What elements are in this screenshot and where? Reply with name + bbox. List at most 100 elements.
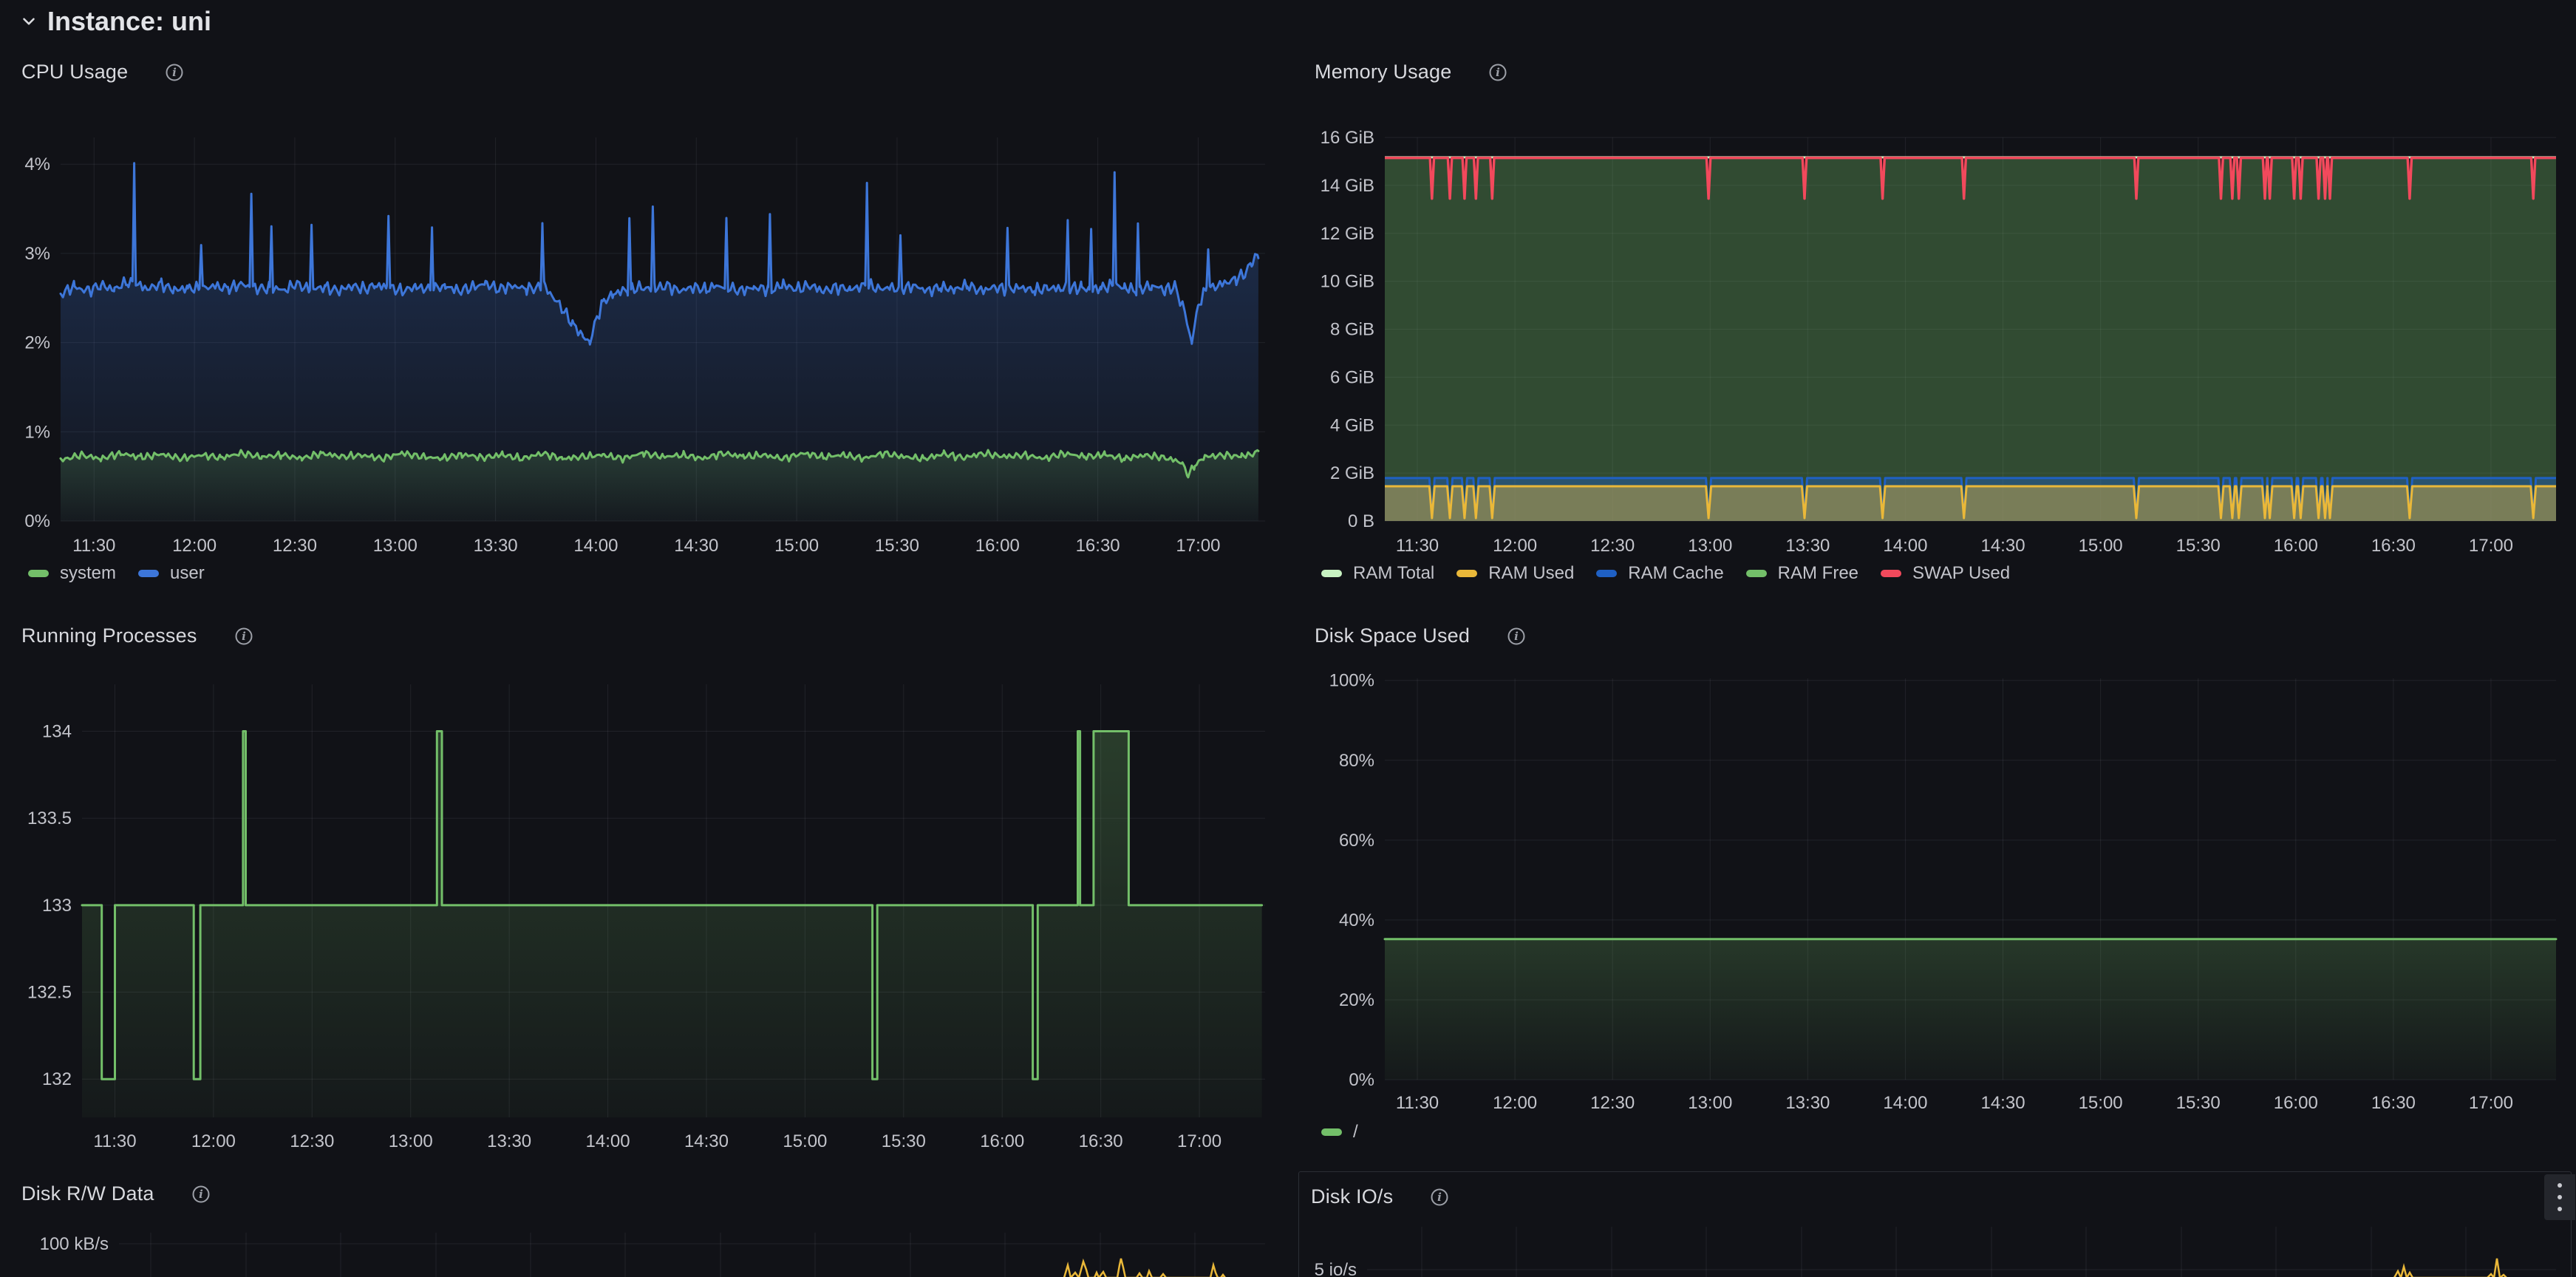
info-icon-glyph: i [1488, 63, 1507, 82]
legend-swatch [1321, 570, 1342, 577]
y-axis-label: 132.5 [27, 983, 72, 1003]
info-icon-glyph: i [1430, 1188, 1449, 1207]
info-icon[interactable]: i [191, 1185, 211, 1204]
chart-disk-ios: 5 io/s [1315, 1227, 2556, 1277]
legend-label: / [1353, 1122, 1358, 1143]
info-icon-glyph: i [234, 627, 253, 646]
y-axis-label: 10 GiB [1321, 272, 1374, 292]
info-icon[interactable]: i [1488, 63, 1507, 82]
legend-label: system [60, 563, 116, 584]
y-axis-label: 133 [42, 896, 72, 916]
x-axis-label: 16:00 [980, 1131, 1024, 1151]
x-axis-label: 16:00 [2274, 1093, 2318, 1113]
kebab-dot [2558, 1183, 2562, 1188]
y-axis-label: 100 kB/s [40, 1234, 109, 1254]
x-axis-label: 13:30 [474, 536, 518, 556]
legend-swatch [1456, 570, 1477, 577]
x-axis-label: 17:00 [2469, 536, 2513, 556]
x-axis-label: 12:00 [191, 1131, 236, 1151]
info-icon-glyph: i [1507, 627, 1526, 646]
x-axis-label: 16:30 [1079, 1131, 1123, 1151]
panel-header-running-processes: Running Processes i [21, 624, 253, 647]
panel-header-disk-rw-data: Disk R/W Data i [21, 1182, 211, 1205]
x-axis-label: 17:00 [1176, 536, 1220, 556]
legend-item-ram-free[interactable]: RAM Free [1746, 563, 1858, 584]
legend-label: RAM Used [1488, 563, 1574, 584]
legend-item-ram-used[interactable]: RAM Used [1456, 563, 1574, 584]
panel-title-disk-space-used[interactable]: Disk Space Used [1315, 624, 1470, 647]
x-axis-label: 12:30 [1590, 1093, 1635, 1113]
y-axis-label: 20% [1339, 990, 1374, 1010]
x-axis-label: 14:00 [1883, 1093, 1927, 1113]
x-axis-label: 15:30 [882, 1131, 926, 1151]
panel-header-memory-usage: Memory Usage i [1315, 61, 1507, 84]
y-axis-label: 14 GiB [1321, 176, 1374, 196]
x-axis-label: 13:30 [1785, 536, 1830, 556]
legend-item-system[interactable]: system [28, 563, 116, 584]
legend-item-user[interactable]: user [138, 563, 205, 584]
panel-title-cpu-usage[interactable]: CPU Usage [21, 61, 128, 84]
x-axis-label: 17:00 [1177, 1131, 1221, 1151]
kebab-menu-icon[interactable] [2544, 1174, 2575, 1220]
x-axis-label: 11:30 [72, 536, 115, 556]
legend-item--[interactable]: / [1321, 1122, 1358, 1143]
legend-item-ram-cache[interactable]: RAM Cache [1596, 563, 1723, 584]
panel-title-disk-ios[interactable]: Disk IO/s [1311, 1185, 1393, 1208]
y-axis-label: 8 GiB [1330, 320, 1374, 340]
x-axis-label: 16:00 [975, 536, 1020, 556]
x-axis-label: 13:00 [1688, 1093, 1732, 1113]
x-axis-label: 16:00 [2274, 536, 2318, 556]
x-axis-label: 13:00 [389, 1131, 433, 1151]
y-axis-label: 60% [1339, 831, 1374, 851]
info-icon[interactable]: i [1507, 627, 1526, 646]
y-axis-label: 4% [24, 154, 50, 174]
x-axis-label: 14:30 [684, 1131, 729, 1151]
info-icon-glyph: i [165, 63, 184, 82]
legend-label: SWAP Used [1912, 563, 2010, 584]
svg-text:i: i [1437, 1191, 1442, 1204]
y-axis-label: 133.5 [27, 808, 72, 828]
x-axis-label: 13:00 [373, 536, 418, 556]
series-fill-RAM Used [1385, 486, 2556, 521]
x-axis-label: 11:30 [1396, 1093, 1439, 1113]
panel-title-disk-rw-data[interactable]: Disk R/W Data [21, 1182, 154, 1205]
y-axis-label: 2% [24, 333, 50, 353]
y-axis-label: 0% [1349, 1070, 1374, 1090]
y-axis-label: 100% [1329, 671, 1374, 691]
charts-canvas: 11:30 12:00 12:30 13:00 13:30 14:00 14:30 15:00… [0, 0, 2576, 1277]
y-axis-label: 134 [42, 722, 72, 742]
x-axis-label: 13:00 [1688, 536, 1732, 556]
chevron-down-icon [19, 12, 38, 31]
legend-item-swap-used[interactable]: SWAP Used [1881, 563, 2010, 584]
y-axis-label: 2 GiB [1330, 463, 1374, 483]
legend-swatch [1596, 570, 1617, 577]
row-title: Instance: uni [47, 6, 211, 37]
panel-title-memory-usage[interactable]: Memory Usage [1315, 61, 1451, 84]
series-fill-/ [1385, 939, 2556, 1080]
info-icon[interactable]: i [1430, 1188, 1449, 1207]
series-spikes-write [1064, 1259, 1225, 1277]
y-axis-label: 1% [24, 422, 50, 442]
panel-header-disk-space-used: Disk Space Used i [1315, 624, 1526, 647]
svg-text:i: i [199, 1188, 203, 1201]
x-axis-label: 14:30 [1980, 536, 2025, 556]
panel-title-running-processes[interactable]: Running Processes [21, 624, 197, 647]
row-header-instance[interactable]: Instance: uni [19, 6, 211, 37]
x-axis-label: 13:30 [1785, 1093, 1830, 1113]
y-axis-label: 16 GiB [1321, 128, 1374, 148]
y-axis-label: 0 B [1348, 511, 1374, 531]
info-icon[interactable]: i [165, 63, 184, 82]
legend-label: user [170, 563, 205, 584]
x-axis-label: 16:30 [1076, 536, 1120, 556]
legend-label: RAM Free [1778, 563, 1858, 584]
x-axis-label: 14:00 [573, 536, 618, 556]
x-axis-label: 12:30 [290, 1131, 334, 1151]
legend-item-ram-total[interactable]: RAM Total [1321, 563, 1434, 584]
x-axis-label: 12:30 [1590, 536, 1635, 556]
grafana-dashboard: 11:30 12:00 12:30 13:00 13:30 14:00 14:30 15:00… [0, 0, 2576, 1277]
info-icon[interactable]: i [234, 627, 253, 646]
x-axis-label: 14:30 [1980, 1093, 2025, 1113]
x-axis-label: 15:00 [774, 536, 819, 556]
legend-disk-space-used: / [1321, 1122, 1380, 1143]
chart-disk-space-used: 11:3012:0012:3013:0013:3014:0014:3015:00… [1329, 671, 2556, 1113]
